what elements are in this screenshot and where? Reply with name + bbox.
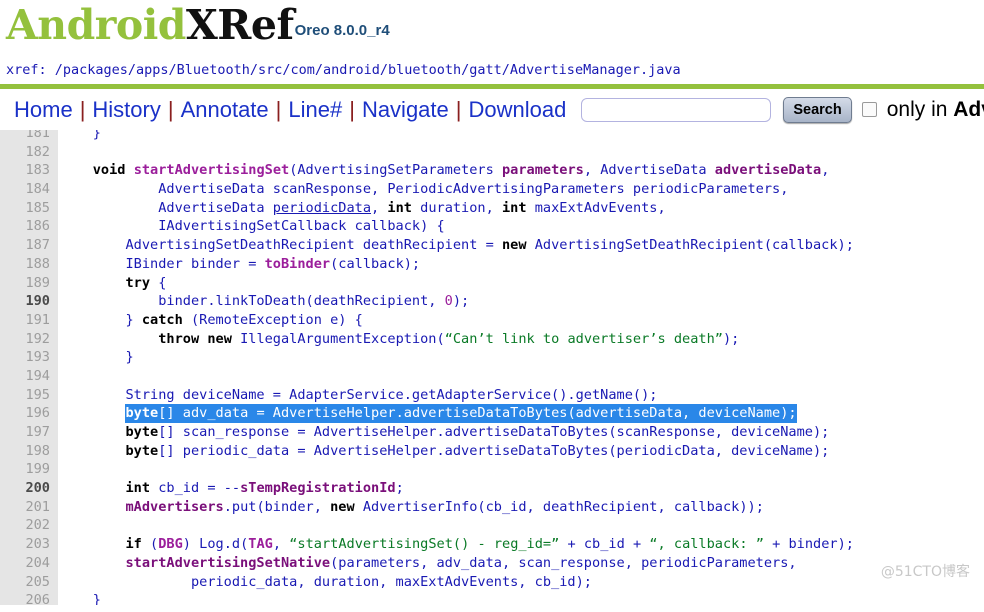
- code-line[interactable]: 192 throw new IllegalArgumentException(“…: [0, 330, 984, 349]
- code-lines-container[interactable]: 181 } 182 183 void startAdvertisingSet(Adv…: [0, 130, 984, 605]
- line-number[interactable]: 188: [0, 255, 50, 274]
- logo-version-label: Oreo 8.0.0_r4: [294, 22, 390, 39]
- main-navigation-bar: Home | History | Annotate | Line# | Navi…: [0, 89, 984, 130]
- line-number[interactable]: 192: [0, 330, 50, 349]
- nav-link-linenumber[interactable]: Line#: [281, 96, 349, 124]
- line-number[interactable]: 190: [0, 292, 50, 311]
- line-number[interactable]: 186: [0, 217, 50, 236]
- code-line-text: binder.linkToDeath(deathRecipient, 0);: [60, 293, 470, 310]
- code-line-text: mAdvertisers.put(binder, new AdvertiserI…: [125, 498, 764, 515]
- source-code-viewer[interactable]: 181 } 182 183 void startAdvertisingSet(Adv…: [0, 130, 984, 605]
- xref-path-bar: xref: /packages/apps/Bluetooth/src/com/a…: [0, 58, 984, 84]
- code-line[interactable]: 194: [0, 367, 984, 386]
- line-number[interactable]: 184: [0, 180, 50, 199]
- code-line-text: } catch (RemoteException e) {: [60, 311, 363, 328]
- line-number[interactable]: 181: [0, 130, 50, 143]
- code-line[interactable]: 195 String deviceName = AdapterService.g…: [0, 386, 984, 405]
- code-line[interactable]: 191 } catch (RemoteException e) {: [0, 311, 984, 330]
- code-line[interactable]: 188 IBinder binder = toBinder(callback);: [0, 255, 984, 274]
- code-line[interactable]: 199: [0, 460, 984, 479]
- line-number[interactable]: 182: [0, 143, 50, 162]
- code-line[interactable]: 203 if (DBG) Log.d(TAG, “startAdvertisin…: [0, 535, 984, 554]
- line-number[interactable]: 205: [0, 573, 50, 592]
- code-line-text: AdvertiseData periodicData, int duration…: [60, 199, 666, 216]
- line-number[interactable]: 185: [0, 199, 50, 218]
- xref-path-text: xref: /packages/apps/Bluetooth/src/com/a…: [6, 62, 681, 78]
- code-line[interactable]: 201 mAdvertisers.put(binder, new Adverti…: [0, 498, 984, 517]
- code-line-text: byte[] scan_response = AdvertiseHelper.a…: [125, 424, 830, 440]
- code-line-text: throw new IllegalArgumentException(“Can’…: [158, 330, 740, 347]
- code-line[interactable]: 197 byte[] scan_response = AdvertiseHelp…: [0, 423, 984, 442]
- logo-text-xref: XRef: [185, 1, 294, 49]
- code-line-text: AdvertiseData scanResponse, PeriodicAdve…: [60, 181, 789, 198]
- code-line-text: }: [60, 130, 101, 141]
- site-logo[interactable]: AndroidXRefOreo 8.0.0_r4: [6, 2, 984, 58]
- code-line-text: if (DBG) Log.d(TAG, “startAdvertisingSet…: [125, 536, 854, 553]
- code-line-text: IAdvertisingSetCallback callback) {: [60, 218, 445, 235]
- line-number[interactable]: 194: [0, 367, 50, 386]
- code-line[interactable]: 193 }: [0, 348, 984, 367]
- line-number[interactable]: 198: [0, 442, 50, 461]
- code-line-text: byte[] adv_data = AdvertiseHelper.advert…: [125, 404, 797, 424]
- code-line[interactable]: 181 }: [0, 130, 984, 143]
- line-number[interactable]: 202: [0, 516, 50, 535]
- line-number[interactable]: 201: [0, 498, 50, 517]
- code-line-text: }: [60, 349, 134, 366]
- code-line-text: void startAdvertisingSet(AdvertisingSetP…: [92, 162, 830, 179]
- code-line-text: startAdvertisingSetNative(parameters, ad…: [125, 554, 797, 571]
- line-number[interactable]: 206: [0, 591, 50, 605]
- line-number[interactable]: 204: [0, 554, 50, 573]
- code-line[interactable]: 198 byte[] periodic_data = AdvertiseHelp…: [0, 442, 984, 461]
- code-line[interactable]: 200 int cb_id = --sTempRegistrationId;: [0, 479, 984, 498]
- line-number[interactable]: 187: [0, 236, 50, 255]
- line-number[interactable]: 193: [0, 348, 50, 367]
- code-line[interactable]: 185 AdvertiseData periodicData, int dura…: [0, 199, 984, 218]
- code-line-text: AdvertisingSetDeathRecipient deathRecipi…: [60, 237, 854, 254]
- line-number[interactable]: 189: [0, 274, 50, 293]
- code-line[interactable]: 182: [0, 143, 984, 162]
- line-number[interactable]: 203: [0, 535, 50, 554]
- only-in-file-label: only in Adv: [887, 97, 984, 123]
- nav-link-download[interactable]: Download: [462, 96, 574, 124]
- code-line[interactable]: 184 AdvertiseData scanResponse, Periodic…: [0, 180, 984, 199]
- line-number[interactable]: 200: [0, 479, 50, 498]
- only-in-file-label-filename: Adv: [953, 97, 984, 121]
- line-number[interactable]: 196: [0, 404, 50, 423]
- code-line-text: byte[] periodic_data = AdvertiseHelper.a…: [125, 442, 830, 459]
- code-line[interactable]: 183 void startAdvertisingSet(Advertising…: [0, 161, 984, 180]
- code-line-text: periodic_data, duration, maxExtAdvEvents…: [60, 573, 592, 590]
- site-masthead: AndroidXRefOreo 8.0.0_r4: [0, 0, 984, 58]
- code-line[interactable]: 189 try {: [0, 274, 984, 293]
- code-line[interactable]: 202: [0, 516, 984, 535]
- code-line-text: }: [60, 592, 101, 605]
- line-number[interactable]: 191: [0, 311, 50, 330]
- code-line[interactable]: 206 }: [0, 591, 984, 605]
- nav-link-navigate[interactable]: Navigate: [355, 96, 456, 124]
- code-line-text: IBinder binder = toBinder(callback);: [60, 255, 421, 272]
- search-button[interactable]: Search: [783, 96, 852, 123]
- only-in-file-label-prefix: only in: [886, 97, 954, 121]
- code-line[interactable]: 190 binder.linkToDeath(deathRecipient, 0…: [0, 292, 984, 311]
- code-line-text: int cb_id = --sTempRegistrationId;: [125, 480, 404, 497]
- code-line[interactable]: 196 byte[] adv_data = AdvertiseHelper.ad…: [0, 404, 984, 424]
- code-line-text: String deviceName = AdapterService.getAd…: [60, 386, 658, 403]
- line-number[interactable]: 199: [0, 460, 50, 479]
- line-number[interactable]: 183: [0, 161, 50, 180]
- code-line[interactable]: 205 periodic_data, duration, maxExtAdvEv…: [0, 573, 984, 592]
- line-number[interactable]: 197: [0, 423, 50, 442]
- nav-link-history[interactable]: History: [85, 96, 167, 124]
- line-number[interactable]: 195: [0, 386, 50, 405]
- nav-link-home[interactable]: Home: [14, 96, 80, 124]
- search-input[interactable]: [581, 97, 772, 122]
- code-line-text: try {: [125, 274, 167, 291]
- code-line[interactable]: 204 startAdvertisingSetNative(parameters…: [0, 554, 984, 573]
- code-line[interactable]: 186 IAdvertisingSetCallback callback) {: [0, 217, 984, 236]
- logo-text-android: Android: [6, 1, 186, 49]
- only-in-file-checkbox[interactable]: [861, 102, 877, 117]
- code-line[interactable]: 187 AdvertisingSetDeathRecipient deathRe…: [0, 236, 984, 255]
- nav-link-annotate[interactable]: Annotate: [174, 96, 276, 124]
